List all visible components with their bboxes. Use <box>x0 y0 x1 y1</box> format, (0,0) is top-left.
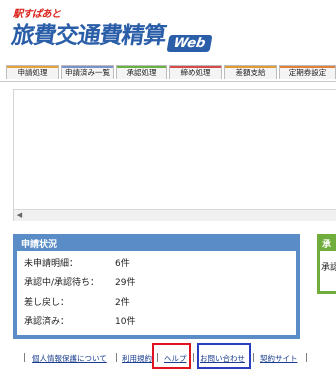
status-value: 6件 <box>115 259 130 269</box>
logo-web-badge: Web <box>166 35 213 52</box>
app-logo[interactable]: 駅すぱあと 旅費交通費精算 Web <box>9 4 213 56</box>
approval-panel-body: 承認 <box>320 251 336 291</box>
scroll-left-icon[interactable]: ◀ <box>14 210 25 221</box>
main-nav: 申請処理 申請済み一覧 承認処理 締め処理 差額支給 定期券設定 <box>0 63 336 82</box>
tab-submitted-list[interactable]: 申請済み一覧 <box>61 65 114 79</box>
tab-closing[interactable]: 締め処理 <box>169 65 222 79</box>
contact-highlight-box <box>197 343 251 369</box>
status-label: 承認済み： <box>24 317 70 327</box>
tab-application[interactable]: 申請処理 <box>6 65 59 79</box>
help-highlight-box <box>152 343 191 369</box>
status-label: 未申請明細： <box>24 259 79 269</box>
status-panel-body: 未申請明細： 6件 承認中/承認待ち： 29件 差し戻し： 2件 承認済み： 1… <box>17 251 296 335</box>
tab-commuter-pass[interactable]: 定期券設定 <box>279 65 336 79</box>
status-label: 差し戻し： <box>24 298 70 308</box>
footer-separator: | <box>192 353 196 363</box>
tab-difference-payment[interactable]: 差額支給 <box>224 65 277 79</box>
approval-panel-title: 承 <box>322 240 332 250</box>
privacy-policy-link[interactable]: 個人情報保護について <box>32 353 107 364</box>
horizontal-scrollbar[interactable]: ◀ <box>14 209 336 221</box>
logo-title: 旅費交通費精算 <box>9 23 168 49</box>
status-panel-title: 申請状況 <box>21 240 58 250</box>
contract-site-link[interactable]: 契約サイト <box>260 353 298 364</box>
app-header: 駅すぱあと 旅費交通費精算 Web <box>0 0 336 60</box>
notice-frame <box>13 89 336 221</box>
status-value: 10件 <box>115 317 136 327</box>
terms-of-use-link[interactable]: 利用規約 <box>122 353 152 364</box>
approval-panel: 承 承認 <box>317 234 336 294</box>
status-label: 承認中/承認待ち： <box>24 278 100 288</box>
tab-approval[interactable]: 承認処理 <box>116 65 167 79</box>
footer-links: | 個人情報保護について | 利用規約 | ヘルプ | お問い合わせ | 契約サ… <box>0 343 336 373</box>
status-value: 2件 <box>115 298 130 308</box>
footer-separator: | <box>115 353 119 363</box>
footer-separator: | <box>305 353 309 363</box>
status-value: 29件 <box>115 278 136 288</box>
status-panel: 申請状況 未申請明細： 6件 承認中/承認待ち： 29件 差し戻し： 2件 承認… <box>13 234 300 339</box>
footer-separator: | <box>252 353 256 363</box>
footer-separator: | <box>23 353 27 363</box>
approval-row-label[interactable]: 承認 <box>321 260 336 273</box>
